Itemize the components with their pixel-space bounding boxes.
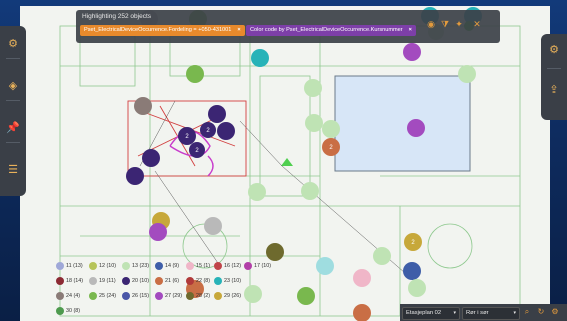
bottom-toolbar: Etasjeplan 02 ▾ Rør i sør ▾ ⌕ ↻ ⚙ [400,304,567,321]
filter-title: Highlighting 252 objects [82,13,152,20]
legend-item[interactable]: 16 (12) [214,262,241,270]
legend-item[interactable]: 12 (10) [89,262,116,270]
color-code-chip[interactable]: Color code by Pset_ElectricalDeviceOccur… [246,25,416,36]
legend-item[interactable]: 18 (14) [56,277,83,285]
legend-item[interactable]: 22 (8) [186,277,210,285]
pin-icon[interactable]: 📌 [4,118,22,136]
search-icon[interactable]: ⌕ [522,307,532,317]
filter-icon[interactable]: ⧩ [440,19,450,29]
bookmark-icon[interactable]: ✦ [454,19,464,29]
color-code-chip-close-icon[interactable]: × [409,27,412,33]
filter-chip-label: Pset_ElectricalDeviceOccurrence.Fordelin… [84,27,232,33]
device-markers[interactable]: 2 2 2 2 2 [20,6,550,321]
gear-icon[interactable]: ⚙ [545,40,563,58]
view-select-value: Rør i sør [466,310,489,316]
legend-item[interactable]: 15 (1) [186,262,210,270]
left-toolbar: ⚙ ◈ 📌 ☰ [0,26,26,196]
legend-item[interactable]: 29 (26) [214,292,241,300]
legend-item[interactable]: 30 (8) [56,307,80,315]
settings-icon[interactable]: ⚙ [550,307,560,317]
legend-item[interactable]: 27 (29) [155,292,182,300]
eye-icon[interactable]: ◉ [426,19,436,29]
view-select[interactable]: Rør i sør ▾ [462,307,520,320]
floor-plan-canvas[interactable]: 2 2 2 2 2 [20,6,550,321]
highlight-filter-bar: Highlighting 252 objects Pset_Electrical… [76,10,500,43]
reset-icon[interactable]: ↻ [536,307,546,317]
right-toolbar: ⚙ ⇪ [541,34,567,120]
floor-select[interactable]: Etasjeplan 02 ▾ [402,307,460,320]
color-code-chip-label: Color code by Pset_ElectricalDeviceOccur… [250,27,403,33]
legend-item[interactable]: 24 (4) [56,292,80,300]
legend-item[interactable]: 17 (10) [244,262,271,270]
close-icon[interactable]: ✕ [472,19,482,29]
filter-chip-close-icon[interactable]: × [237,27,240,33]
cube-icon[interactable]: ◈ [4,76,22,94]
legend-item[interactable]: 14 (9) [155,262,179,270]
chevron-down-icon: ▾ [513,310,516,316]
legend-item[interactable]: 20 (10) [122,277,149,285]
viewer: 2 2 2 2 2 ⚙ ◈ 📌 ☰ ⚙ ⇪ Highlighting 252 o… [0,0,567,321]
settings-icon[interactable]: ⚙ [4,34,22,52]
legend-item[interactable]: 11 (13) [56,262,83,270]
legend-item[interactable]: 28 (2) [186,292,210,300]
chevron-down-icon: ▾ [453,310,456,316]
legend-item[interactable]: 13 (23) [122,262,149,270]
export-icon[interactable]: ⇪ [545,80,563,98]
legend-item[interactable]: 26 (15) [122,292,149,300]
floor-select-value: Etasjeplan 02 [406,310,442,316]
list-icon[interactable]: ☰ [4,160,22,178]
legend-item[interactable]: 19 (11) [89,277,116,285]
legend-item[interactable]: 23 (10) [214,277,241,285]
legend-item[interactable]: 25 (24) [89,292,116,300]
legend-item[interactable]: 21 (6) [155,277,179,285]
filter-chip[interactable]: Pset_ElectricalDeviceOccurrence.Fordelin… [80,25,245,36]
